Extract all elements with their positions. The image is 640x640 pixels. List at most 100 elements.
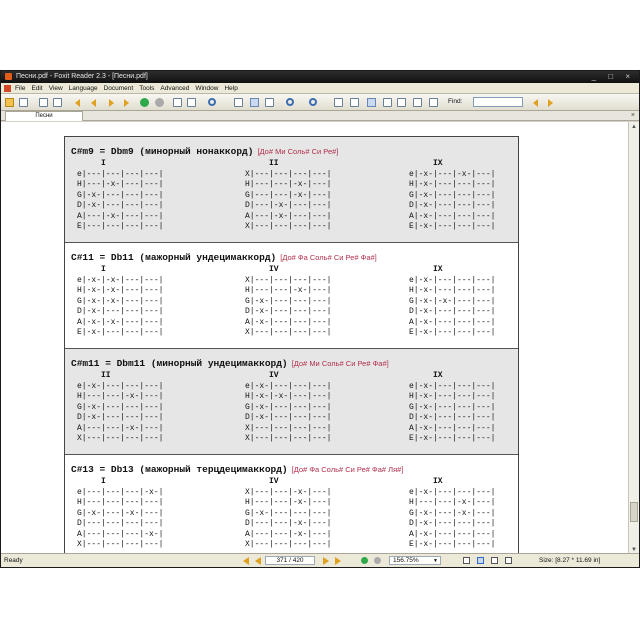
single-page-icon[interactable]: [334, 98, 343, 107]
last-page-icon[interactable]: [122, 98, 131, 107]
continuous-facing-view-icon[interactable]: [505, 557, 512, 564]
document-viewport[interactable]: C#m9 = Dbm9 (минорный нонаккорд) [До# Ми …: [1, 122, 630, 555]
facing-view-icon[interactable]: [491, 557, 498, 564]
open-icon[interactable]: [5, 98, 14, 107]
tab-line: G|-x-|---|-x-|---|: [409, 508, 496, 518]
tab-line: D|---|---|---|---|: [77, 519, 164, 529]
chord-title: C#11 = Db11 (мажорный ундецимаккорд): [71, 252, 277, 263]
close-tab-icon[interactable]: ×: [631, 111, 635, 120]
menu-document[interactable]: Document: [104, 85, 134, 92]
snapshot-icon[interactable]: [397, 98, 406, 107]
menu-language[interactable]: Language: [69, 85, 98, 92]
vertical-scrollbar[interactable]: ▲ ▼: [628, 122, 639, 555]
chord-title: C#m9 = Dbm9 (минорный нонаккорд): [71, 146, 254, 157]
tab-line: H|-x-|-x-|---|---|: [77, 286, 164, 296]
document-menu-icon[interactable]: [4, 84, 11, 92]
status-bar: Ready 371 / 420 156.75% ▼ Size: [8.27 * 1…: [1, 553, 639, 567]
first-page-icon[interactable]: [243, 557, 250, 565]
typewriter-icon[interactable]: [413, 98, 422, 107]
zoom-select[interactable]: 156.75% ▼: [389, 556, 441, 565]
bookmark-icon[interactable]: [429, 98, 438, 107]
zoom-out-icon[interactable]: [286, 98, 294, 106]
go-back-icon[interactable]: [140, 98, 149, 107]
tab-line: G|---|---|-x-|---|: [245, 190, 332, 200]
find-prev-icon[interactable]: [531, 98, 540, 107]
save-icon[interactable]: [19, 98, 28, 107]
fret-position-label: IX: [433, 265, 443, 274]
tab-line: X|---|---|---|---|: [245, 328, 332, 338]
window-controls[interactable]: _ □ ×: [592, 71, 635, 83]
tab-line: e|---|---|---|-x-|: [77, 488, 164, 497]
go-back-icon[interactable]: [361, 557, 368, 564]
tab-line: D|-x-|---|---|---|: [409, 519, 496, 529]
rotate-icon[interactable]: [383, 98, 392, 107]
fret-position-label: I: [101, 159, 106, 168]
print-icon[interactable]: [39, 98, 48, 107]
tab-line: H|-x-|---|---|---|: [409, 392, 496, 402]
tab-line: A|-x-|---|---|---|: [409, 211, 496, 221]
tab-line: H|---|---|-x-|---|: [245, 286, 332, 296]
continuous-view-icon[interactable]: [477, 557, 484, 564]
tab-line: H|-x-|-x-|---|---|: [245, 392, 332, 402]
menu-window[interactable]: Window: [195, 85, 218, 92]
menu-tools[interactable]: Tools: [139, 85, 154, 92]
fit-width-icon[interactable]: [265, 98, 274, 107]
chord-title: C#13 = Db13 (мажорный терцдецимаккорд): [71, 464, 288, 475]
page-number-field[interactable]: 371 / 420: [265, 556, 315, 565]
next-page-icon[interactable]: [323, 557, 330, 565]
menu-advanced[interactable]: Advanced: [160, 85, 189, 92]
menu-view[interactable]: View: [49, 85, 63, 92]
tab-line: e|-x-|---|---|---|: [409, 382, 496, 391]
last-page-icon[interactable]: [335, 557, 342, 565]
go-forward-icon[interactable]: [155, 98, 164, 107]
tab-line: A|-x-|---|---|---|: [409, 423, 496, 433]
tab-line: X|---|---|---|---|: [245, 222, 332, 232]
tab-document[interactable]: Песни: [5, 111, 83, 121]
find-input[interactable]: [473, 97, 523, 107]
scroll-up-icon[interactable]: ▲: [631, 124, 637, 130]
tab-line: X|---|---|---|---|: [245, 276, 332, 285]
tab-line: E|-x-|---|---|---|: [409, 540, 496, 550]
chord-diagram: IX e|-x-|---|---|---| H|-x-|---|---|---| …: [409, 265, 495, 338]
chevron-down-icon: ▼: [433, 558, 438, 564]
zoom-in-icon[interactable]: [309, 98, 317, 106]
single-page-view-icon[interactable]: [463, 557, 470, 564]
prev-page-icon[interactable]: [89, 98, 98, 107]
scroll-thumb[interactable]: [630, 502, 638, 522]
fret-position-label: IX: [433, 477, 443, 486]
tab-line: e|-x-|---|-x-|---|: [409, 170, 496, 179]
actual-size-icon[interactable]: [234, 98, 243, 107]
hand-tool-icon[interactable]: [173, 98, 182, 107]
tab-line: G|-x-|---|---|---|: [245, 508, 332, 518]
select-text-icon[interactable]: [187, 98, 196, 107]
email-icon[interactable]: [53, 98, 62, 107]
chord-diagram: II e|-x-|---|---|---| H|---|---|-x-|---| …: [77, 371, 163, 444]
fret-position-label: IV: [269, 265, 279, 274]
page-size-text: Size: [8.27 * 11.69 in]: [539, 557, 601, 564]
go-forward-icon[interactable]: [374, 557, 381, 564]
tab-line: D|---|-x-|---|---|: [245, 201, 332, 211]
menu-file[interactable]: File: [15, 85, 25, 92]
find-label: Find:: [448, 98, 463, 105]
tab-line: H|---|---|-x-|---|: [245, 180, 332, 190]
chord-title: C#m11 = Dbm11 (минорный ундецимаккорд): [71, 358, 288, 369]
menu-edit[interactable]: Edit: [31, 85, 42, 92]
tab-line: G|-x-|-x-|---|---|: [77, 296, 164, 306]
tab-line: H|---|---|-x-|---|: [409, 498, 496, 508]
fret-position-label: IX: [433, 159, 443, 168]
next-page-icon[interactable]: [107, 98, 116, 107]
continuous-icon[interactable]: [350, 98, 359, 107]
find-next-icon[interactable]: [546, 98, 555, 107]
tab-line: X|---|---|---|---|: [77, 434, 164, 444]
menu-help[interactable]: Help: [224, 85, 237, 92]
fit-page-icon[interactable]: [250, 98, 259, 107]
first-page-icon[interactable]: [73, 98, 82, 107]
facing-icon[interactable]: [367, 98, 376, 107]
window-title: Песни.pdf - Foxit Reader 2.3 - [Песни.pd…: [16, 73, 148, 80]
chord-block: C#m9 = Dbm9 (минорный нонаккорд) [До# Ми …: [65, 137, 518, 243]
fret-position-label: I: [101, 477, 106, 486]
zoom-icon[interactable]: [208, 98, 216, 106]
prev-page-icon[interactable]: [255, 557, 262, 565]
tab-line: H|-x-|---|---|---|: [409, 286, 496, 296]
fret-position-label: IV: [269, 477, 279, 486]
